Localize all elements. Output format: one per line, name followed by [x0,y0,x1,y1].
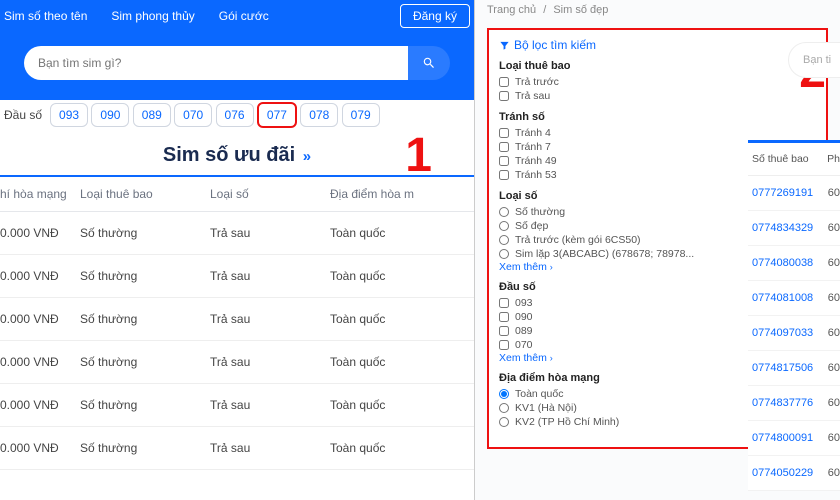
sim-table: hí hòa mạng Loại thuê bao Loại số Địa đi… [0,177,474,470]
prefix-pill-077[interactable]: 077 [257,102,297,128]
prefix-pill-070[interactable]: 070 [174,103,212,127]
table-row[interactable]: 0.000 VNĐSố thườngTrả sauToàn quốc [0,212,474,255]
right-sim-table: Số thuê bao Ph 0777269191600774834329600… [748,140,840,491]
chevron-right-icon: » [303,148,311,165]
right-search-fragment[interactable]: Bạn ti [788,42,840,78]
prefix-label: Đầu số [4,108,42,122]
top-nav: Sim số theo tên Sim phong thủy Gói cước … [0,0,474,32]
col-location: Địa điểm hòa m [330,187,474,201]
sim-number-row[interactable]: 077405022960 [748,456,840,491]
prefix-pill-079[interactable]: 079 [342,103,380,127]
col-numtype: Loại số [210,187,330,201]
filter-icon [499,40,510,51]
filter-option[interactable]: Tránh 4 [499,126,816,140]
nav-packages[interactable]: Gói cước [219,9,269,23]
promo-title: Sim số ưu đãi » [0,130,474,175]
right-table-header: Số thuê bao Ph [748,143,840,176]
table-row[interactable]: 0.000 VNĐSố thườngTrả sauToàn quốc [0,384,474,427]
search-bar [0,32,474,100]
table-row[interactable]: 0.000 VNĐSố thườngTrả sauToàn quốc [0,427,474,470]
table-header: hí hòa mạng Loại thuê bao Loại số Địa đi… [0,177,474,212]
prefix-row: Đầu số 093 090 089 070 076 077 078 079 [0,100,474,130]
search-input[interactable] [24,46,408,80]
table-row[interactable]: 0.000 VNĐSố thườngTrả sauToàn quốc [0,298,474,341]
filter-group: Loại thuê baoTrả trướcTrả sau [499,60,816,103]
sim-number-row[interactable]: 077409703360 [748,316,840,351]
prefix-pill-090[interactable]: 090 [91,103,129,127]
col-subtype: Loại thuê bao [80,187,210,201]
crumb-current: Sim số đẹp [553,4,608,16]
prefix-pill-076[interactable]: 076 [216,103,254,127]
prefix-pill-078[interactable]: 078 [300,103,338,127]
breadcrumb: Trang chủ / Sim số đẹp [475,0,840,20]
sim-number-row[interactable]: 077483432960 [748,211,840,246]
filter-title: Bộ lọc tìm kiếm [499,38,816,52]
left-panel: Sim số theo tên Sim phong thủy Gói cước … [0,0,475,500]
filter-option[interactable]: Trả trước [499,75,816,89]
prefix-pill-089[interactable]: 089 [133,103,171,127]
prefix-pill-093[interactable]: 093 [50,103,88,127]
sim-number-row[interactable]: 077483777660 [748,386,840,421]
nav-sim-fengshui[interactable]: Sim phong thủy [111,9,194,23]
sim-number-row[interactable]: 077481750660 [748,351,840,386]
crumb-home[interactable]: Trang chủ [487,4,536,16]
table-row[interactable]: 0.000 VNĐSố thườngTrả sauToàn quốc [0,341,474,384]
table-row[interactable]: 0.000 VNĐSố thườngTrả sauToàn quốc [0,255,474,298]
sim-number-row[interactable]: 077408100860 [748,281,840,316]
filter-option[interactable]: Trả sau [499,89,816,103]
search-icon [422,56,436,70]
nav-sim-by-name[interactable]: Sim số theo tên [4,9,87,23]
sim-number-row[interactable]: 077408003860 [748,246,840,281]
sim-number-row[interactable]: 077726919160 [748,176,840,211]
sim-number-row[interactable]: 077480009160 [748,421,840,456]
register-button[interactable]: Đăng ký [400,4,470,28]
right-panel: Trang chủ / Sim số đẹp Bộ lọc tìm kiếm L… [475,0,840,500]
search-button[interactable] [408,46,450,80]
col-fee: hí hòa mạng [0,187,80,201]
annotation-1: 1 [405,128,432,183]
